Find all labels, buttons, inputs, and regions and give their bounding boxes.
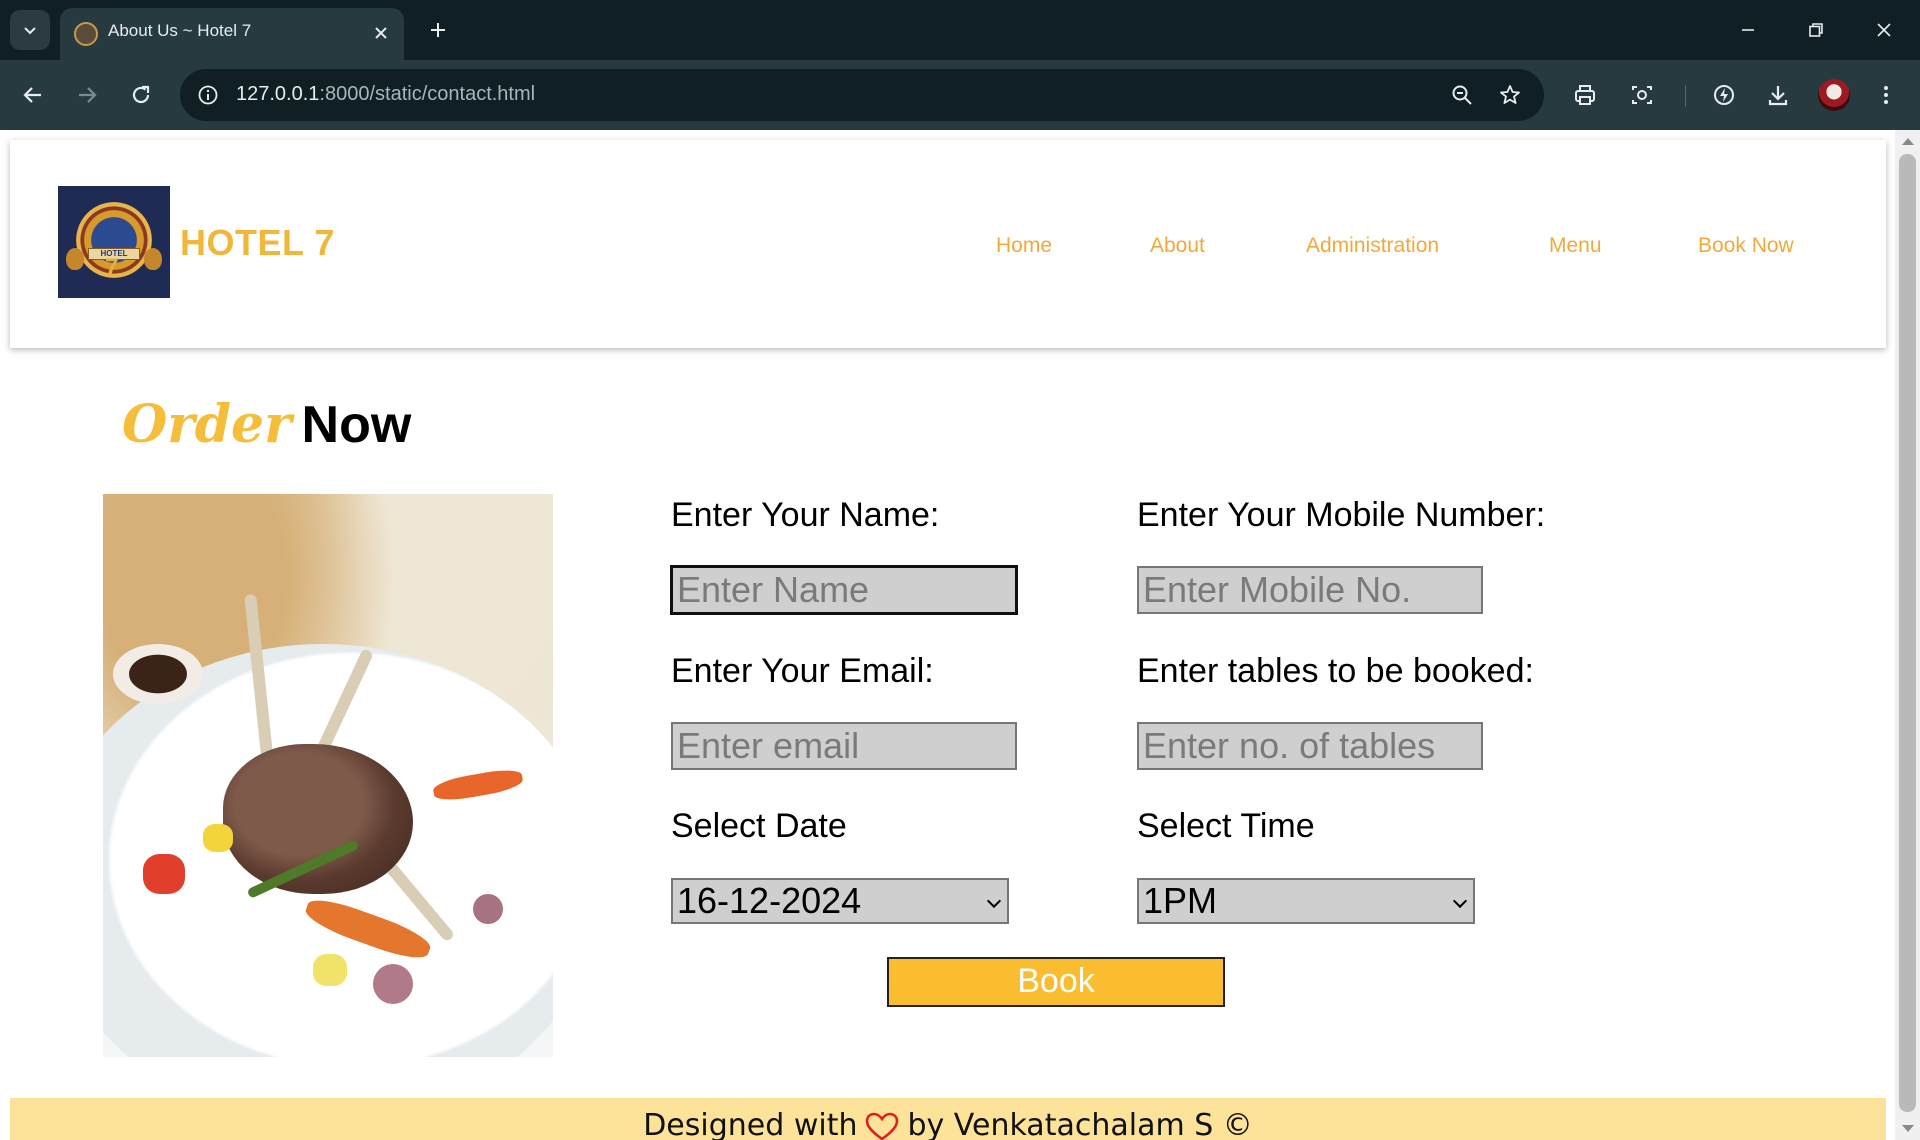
mobile-label: Enter Your Mobile Number: — [1137, 496, 1546, 534]
forward-icon — [79, 87, 97, 103]
mobile-input[interactable] — [1137, 566, 1483, 614]
photo-tomato — [143, 854, 185, 894]
time-select[interactable]: 1PM — [1137, 878, 1475, 924]
performance-button[interactable] — [1706, 77, 1742, 113]
site-info-icon — [198, 85, 218, 105]
reload-icon — [132, 85, 150, 104]
page-scrollbar[interactable] — [1895, 130, 1920, 1140]
footer-suffix: by Venkatachalam S © — [907, 1108, 1253, 1140]
download-icon — [1768, 86, 1788, 106]
forward-button[interactable] — [67, 75, 107, 115]
page-viewport: HOTEL 7 HOTEL 7 Home About Administratio… — [0, 130, 1920, 1140]
minimize-icon — [1742, 29, 1754, 31]
time-select-value: 1PM — [1143, 880, 1218, 921]
page-title: Order Now — [122, 394, 411, 455]
chevron-down-icon — [1452, 893, 1468, 909]
chevron-down-icon — [986, 893, 1002, 909]
site-info-button[interactable] — [194, 81, 222, 109]
date-select[interactable]: 16-12-2024 — [671, 878, 1009, 924]
tab-title: About Us ~ Hotel 7 — [108, 21, 252, 40]
photo-pepper — [203, 824, 233, 852]
name-input[interactable] — [671, 566, 1017, 614]
nav-link-menu[interactable]: Menu — [1549, 234, 1602, 258]
scroll-thumb[interactable] — [1899, 154, 1916, 1112]
new-tab-button[interactable] — [422, 14, 454, 46]
title-now: Now — [301, 396, 412, 454]
logo-number: 7 — [105, 254, 119, 281]
plus-icon — [431, 23, 445, 37]
date-label: Select Date — [671, 807, 847, 845]
name-label: Enter Your Name: — [671, 496, 940, 534]
browser-toolbar: 127.0.0.1:8000/static/contact.html — [0, 60, 1920, 130]
zoom-icon — [1452, 85, 1472, 105]
bookmark-button[interactable] — [1494, 79, 1526, 111]
browser-tab-active[interactable]: About Us ~ Hotel 7 — [60, 8, 404, 60]
chevron-down-icon — [24, 27, 36, 35]
close-icon — [375, 27, 387, 39]
reload-button[interactable] — [121, 75, 161, 115]
site-header: HOTEL 7 HOTEL 7 Home About Administratio… — [10, 140, 1886, 348]
time-label: Select Time — [1137, 807, 1315, 845]
brand-name[interactable]: HOTEL 7 — [180, 222, 335, 264]
book-button[interactable]: Book — [887, 957, 1225, 1007]
food-image — [103, 494, 553, 1057]
zoom-button[interactable] — [1446, 79, 1478, 111]
tables-input[interactable] — [1137, 722, 1483, 770]
window-close-icon — [1877, 23, 1891, 37]
email-label: Enter Your Email: — [671, 652, 934, 690]
photo-sauce-bowl — [113, 644, 203, 704]
screenshot-icon — [1632, 86, 1652, 104]
photo-pepper — [313, 954, 347, 986]
footer: Designed with by Venkatachalam S © — [10, 1098, 1886, 1140]
browser-tab-strip: About Us ~ Hotel 7 — [0, 0, 1920, 60]
back-icon — [23, 87, 41, 103]
toolbar-divider — [1685, 85, 1686, 107]
url-host: 127.0.0.1 — [236, 83, 320, 105]
date-select-value: 16-12-2024 — [677, 880, 862, 921]
performance-icon — [1714, 85, 1734, 105]
nav-link-administration[interactable]: Administration — [1306, 234, 1439, 258]
photo-onion — [373, 964, 413, 1004]
browser-menu-button[interactable] — [1868, 77, 1904, 113]
screenshot-button[interactable] — [1624, 77, 1660, 113]
scroll-down-arrow-icon[interactable] — [1902, 1125, 1914, 1132]
profile-avatar[interactable] — [1818, 79, 1850, 111]
nav-link-book-now[interactable]: Book Now — [1698, 234, 1794, 258]
bookmark-star-icon — [1500, 85, 1520, 104]
heart-icon — [866, 1112, 899, 1140]
title-order: Order — [122, 394, 292, 455]
print-icon — [1575, 85, 1595, 105]
url-text[interactable]: 127.0.0.1:8000/static/contact.html — [236, 83, 535, 106]
photo-onion — [473, 894, 503, 924]
logo-lion-right — [144, 248, 162, 270]
minimize-button[interactable] — [1723, 10, 1773, 50]
menu-kebab-icon — [1884, 86, 1888, 104]
tab-search-button[interactable] — [10, 10, 50, 50]
url-path: :8000/static/contact.html — [319, 83, 536, 105]
print-button[interactable] — [1567, 77, 1603, 113]
tab-favicon — [74, 22, 98, 46]
back-button[interactable] — [13, 75, 53, 115]
restore-icon — [1809, 23, 1823, 37]
window-close-button[interactable] — [1859, 10, 1909, 50]
web-page: HOTEL 7 HOTEL 7 Home About Administratio… — [0, 130, 1895, 1140]
tables-label: Enter tables to be booked: — [1137, 652, 1534, 690]
nav-link-home[interactable]: Home — [996, 234, 1052, 258]
footer-prefix: Designed with — [643, 1108, 858, 1140]
email-input[interactable] — [671, 722, 1017, 770]
tab-close-button[interactable] — [368, 20, 394, 46]
restore-button[interactable] — [1791, 10, 1841, 50]
downloads-button[interactable] — [1760, 77, 1796, 113]
address-bar[interactable]: 127.0.0.1:8000/static/contact.html — [180, 69, 1544, 121]
logo-lion-left — [66, 248, 84, 270]
nav-link-about[interactable]: About — [1150, 234, 1205, 258]
hotel-logo[interactable]: HOTEL 7 — [58, 186, 170, 298]
scroll-up-arrow-icon[interactable] — [1902, 138, 1914, 145]
